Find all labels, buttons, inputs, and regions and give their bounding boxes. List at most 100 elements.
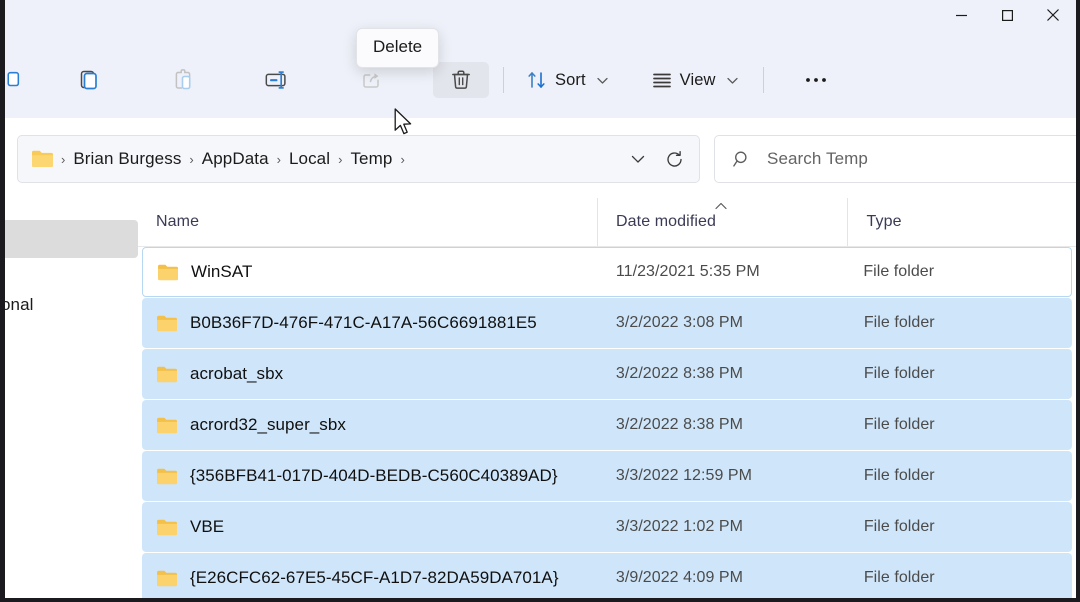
folder-icon	[156, 569, 179, 588]
chevron-down-icon	[726, 77, 738, 84]
cell-type: File folder	[863, 467, 935, 484]
file-rows: WinSAT 11/23/2021 5:35 PM File folder B0B3…	[138, 247, 1076, 598]
window-controls	[938, 0, 1076, 30]
toolbar-divider-2	[762, 67, 764, 93]
table-row[interactable]: B0B36F7D-476F-471C-A17A-56C6691881E5 3/2/…	[142, 298, 1072, 348]
table-row[interactable]: VBE 3/3/2022 1:02 PM File folder	[142, 502, 1072, 552]
cut-button[interactable]	[0, 62, 39, 98]
file-name-label: {356BFB41-017D-404D-BEDB-C560C40389AD}	[190, 466, 558, 485]
maximize-button[interactable]	[984, 0, 1030, 30]
cell-date-modified: 3/2/2022 8:38 PM	[615, 416, 744, 433]
table-row[interactable]: WinSAT 11/23/2021 5:35 PM File folder	[142, 247, 1072, 297]
column-header-name-label: Name	[156, 213, 200, 230]
column-header-type-label: Type	[866, 213, 902, 230]
breadcrumb-separator-1: ›	[189, 151, 194, 167]
cell-type: File folder	[863, 365, 935, 382]
file-name-label: acrord32_super_sbx	[190, 415, 346, 434]
address-row: › Brian Burgess › AppData › Local › Temp…	[5, 118, 1080, 198]
folder-icon	[156, 467, 179, 486]
search-input[interactable]	[765, 148, 1049, 170]
file-name-label: B0B36F7D-476F-471C-A17A-56C6691881E5	[190, 313, 537, 332]
file-name-label: WinSAT	[191, 262, 253, 281]
delete-button[interactable]	[433, 62, 489, 98]
window-frame-left	[0, 0, 5, 602]
breadcrumb-item-1[interactable]: AppData	[196, 145, 275, 173]
copy-button[interactable]	[61, 62, 117, 98]
file-explorer-window: Sort View Delete › Brian Burgess › AppDa…	[0, 0, 1080, 602]
title-bar	[5, 0, 1076, 30]
see-more-button[interactable]	[788, 62, 844, 98]
toolbar-divider	[503, 67, 504, 93]
cell-date-modified: 3/2/2022 3:08 PM	[615, 314, 744, 331]
cell-name: acrord32_super_sbx	[142, 415, 598, 435]
close-button[interactable]	[1030, 0, 1076, 30]
cell-name: VBE	[142, 517, 598, 537]
column-header-date-modified[interactable]: Date modified	[597, 198, 847, 246]
rename-button[interactable]	[249, 62, 305, 98]
command-bar: Sort View	[5, 30, 1076, 118]
address-folder-icon	[31, 149, 55, 169]
cell-name: acrobat_sbx	[142, 364, 598, 384]
table-row[interactable]: acrobat_sbx 3/2/2022 8:38 PM File folder	[142, 349, 1072, 399]
sidebar-item-personal[interactable]: onal	[5, 290, 138, 320]
cell-name: {E26CFC62-67E5-45CF-A1D7-82DA59DA701A}	[142, 568, 598, 588]
refresh-button[interactable]	[657, 142, 691, 176]
file-list: Name Date modified Type WinSAT 11/23/2021…	[138, 198, 1076, 598]
breadcrumb-separator-0: ›	[61, 151, 66, 167]
chevron-down-icon	[631, 155, 645, 163]
window-frame-right	[1076, 0, 1080, 602]
column-headers: Name Date modified Type	[138, 198, 1076, 247]
sort-button[interactable]: Sort	[516, 62, 619, 98]
file-name-label: {E26CFC62-67E5-45CF-A1D7-82DA59DA701A}	[190, 568, 559, 587]
chevron-down-icon	[597, 77, 608, 84]
cell-date-modified: 3/3/2022 12:59 PM	[615, 467, 752, 484]
cell-date-modified: 3/9/2022 4:09 PM	[615, 569, 744, 586]
view-label: View	[679, 70, 716, 89]
column-header-type[interactable]: Type	[847, 198, 1076, 246]
folder-icon	[156, 365, 179, 384]
previous-locations-button[interactable]	[621, 142, 655, 176]
cell-type: File folder	[863, 416, 935, 433]
folder-icon	[156, 314, 179, 333]
view-button[interactable]: View	[641, 62, 749, 98]
folder-icon	[157, 263, 180, 282]
rename-icon	[265, 71, 286, 89]
breadcrumb-item-2[interactable]: Local	[283, 145, 336, 173]
sort-label: Sort	[555, 70, 586, 89]
breadcrumb: › Brian Burgess › AppData › Local › Temp…	[59, 145, 621, 173]
file-name-label: acrobat_sbx	[190, 364, 284, 383]
table-row[interactable]: {356BFB41-017D-404D-BEDB-C560C40389AD} 3/…	[142, 451, 1072, 501]
cell-type: File folder	[863, 518, 935, 535]
table-row[interactable]: {E26CFC62-67E5-45CF-A1D7-82DA59DA701A} 3/…	[142, 553, 1072, 598]
folder-icon	[156, 518, 179, 537]
copy-icon	[80, 70, 97, 90]
file-name-label: VBE	[190, 517, 225, 536]
search-icon	[733, 150, 752, 169]
cell-name: {356BFB41-017D-404D-BEDB-C560C40389AD}	[142, 466, 598, 486]
paste-button[interactable]	[155, 62, 211, 98]
breadcrumb-item-0[interactable]: Brian Burgess	[67, 145, 187, 173]
navigation-pane: onal	[5, 198, 139, 598]
window-frame-bottom	[0, 598, 1080, 602]
sort-ascending-icon	[715, 202, 727, 210]
address-bar[interactable]: › Brian Burgess › AppData › Local › Temp…	[17, 135, 700, 183]
column-header-name[interactable]: Name	[138, 198, 597, 246]
table-row[interactable]: acrord32_super_sbx 3/2/2022 8:38 PM File f…	[142, 400, 1072, 450]
sort-icon	[528, 72, 545, 88]
view-list-icon	[652, 73, 671, 88]
cell-date-modified: 11/23/2021 5:35 PM	[615, 263, 760, 280]
minimize-button[interactable]	[938, 0, 984, 30]
nav-selected-block[interactable]	[5, 220, 138, 258]
cell-date-modified: 3/3/2022 1:02 PM	[615, 518, 744, 535]
cell-name: B0B36F7D-476F-471C-A17A-56C6691881E5	[142, 313, 598, 333]
refresh-icon	[666, 150, 682, 167]
cell-type: File folder	[863, 569, 935, 586]
breadcrumb-item-3[interactable]: Temp	[344, 145, 398, 173]
folder-icon	[156, 416, 179, 435]
search-box[interactable]	[714, 135, 1080, 183]
ellipsis-icon	[805, 78, 826, 82]
cell-type: File folder	[863, 314, 935, 331]
share-icon	[363, 73, 379, 88]
sidebar-item-label: onal	[5, 295, 34, 314]
breadcrumb-separator-2: ›	[276, 151, 281, 167]
